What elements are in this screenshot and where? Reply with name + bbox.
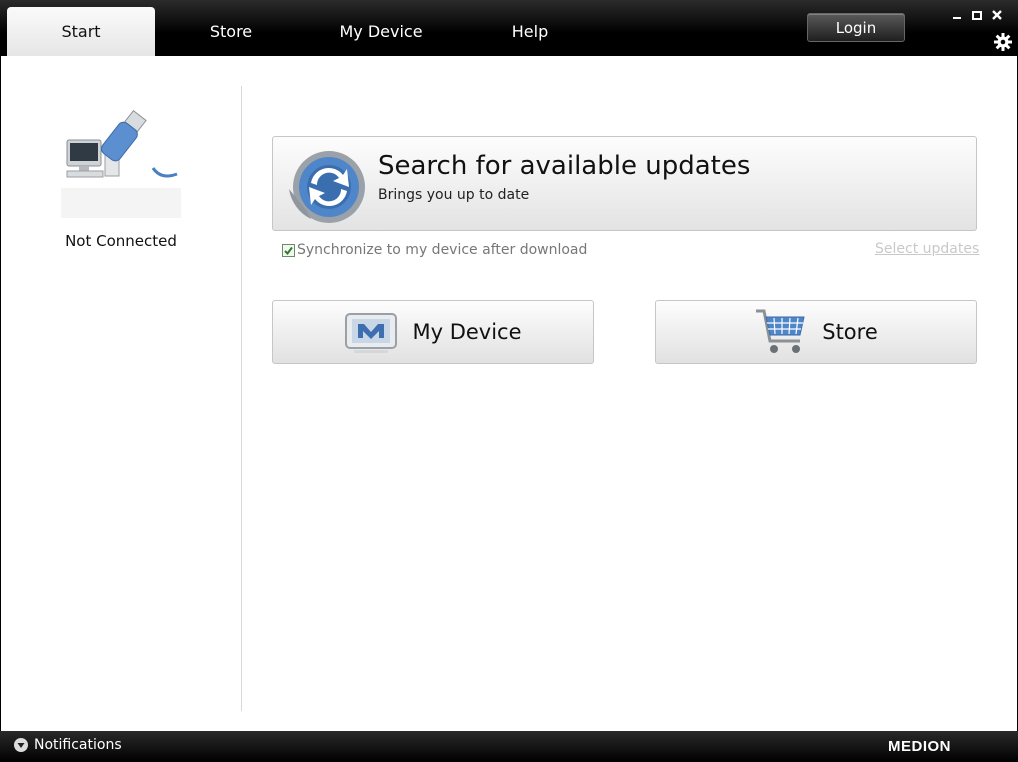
tab-store[interactable]: Store — [171, 7, 291, 56]
minimize-icon — [953, 17, 961, 19]
close-icon — [992, 10, 1002, 20]
notifications-label: Notifications — [34, 737, 122, 753]
login-button[interactable]: Login — [807, 13, 905, 42]
gear-icon — [994, 33, 1012, 51]
sync-checkbox-row[interactable]: Synchronize to my device after download — [282, 241, 587, 259]
tab-help-label: Help — [511, 22, 549, 41]
sync-checkbox-label: Synchronize to my device after download — [297, 242, 588, 258]
check-icon — [284, 246, 293, 255]
tab-my-device[interactable]: My Device — [321, 7, 441, 56]
tab-start-label: Start — [61, 22, 101, 41]
tab-my-device-label: My Device — [339, 22, 423, 41]
maximize-button[interactable] — [970, 8, 984, 22]
refresh-icon-wrap — [283, 145, 373, 227]
my-device-button[interactable]: My Device — [272, 300, 594, 364]
search-updates-button[interactable]: Search for available updates Brings you … — [272, 136, 977, 231]
top-bar: Start Store My Device Help Login — [0, 0, 1018, 56]
search-updates-title: Search for available updates — [378, 151, 751, 181]
close-button[interactable] — [990, 8, 1004, 22]
refresh-icon — [289, 151, 365, 223]
login-button-label: Login — [835, 18, 877, 37]
tab-start[interactable]: Start — [7, 7, 155, 56]
usb-computer-icon — [61, 109, 181, 218]
sync-checkbox[interactable] — [282, 243, 295, 257]
panel-divider — [241, 86, 242, 711]
notifications-toggle[interactable]: Notifications — [14, 737, 122, 753]
select-updates-link[interactable]: Select updates — [875, 241, 979, 257]
main-panel: Not Connected Search for available updat… — [1, 56, 1017, 731]
tab-help[interactable]: Help — [470, 7, 590, 56]
device-status-text: Not Connected — [65, 232, 177, 250]
store-label: Store — [822, 320, 878, 344]
settings-button[interactable] — [993, 32, 1013, 52]
my-device-label: My Device — [412, 320, 522, 344]
maximize-icon — [972, 11, 982, 20]
tab-store-label: Store — [209, 22, 253, 41]
device-status-illustration — [61, 108, 181, 218]
bottom-bar: Notifications MEDION — [0, 731, 1018, 762]
device-icon — [345, 313, 398, 353]
store-button[interactable]: Store — [655, 300, 977, 364]
search-updates-subtitle: Brings you up to date — [378, 187, 530, 203]
chevron-down-icon — [14, 738, 28, 752]
minimize-button[interactable] — [950, 8, 964, 22]
medion-logo: MEDION — [888, 738, 951, 755]
cart-icon — [756, 309, 805, 353]
